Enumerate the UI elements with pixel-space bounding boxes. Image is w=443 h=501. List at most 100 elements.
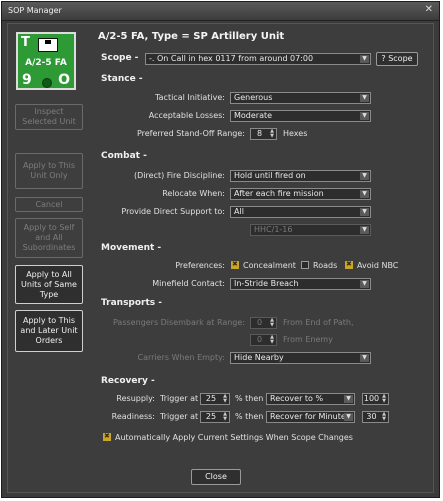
chevron-down-icon: ▼ — [344, 395, 353, 403]
readiness-amount-stepper[interactable]: 30 ▲ ▼ — [362, 411, 389, 423]
carriers-empty-label: Carriers When Empty: — [137, 353, 226, 362]
tactical-initiative-value: Generous — [234, 93, 273, 102]
unit-icon-letter: T — [21, 35, 30, 50]
concealment-checkbox[interactable] — [231, 260, 239, 269]
fire-discipline-select[interactable]: Hold until fired on ▼ — [230, 170, 371, 182]
fire-discipline-label: (Direct) Fire Discipline: — [134, 171, 225, 180]
readiness-action-value: Recover for Minutes — [270, 412, 350, 421]
inspect-selected-unit-button[interactable]: Inspect Selected Unit — [15, 104, 83, 130]
disembark-range-stepper[interactable]: 0 ▲ ▼ — [250, 317, 277, 329]
standoff-range-label: Preferred Stand-Off Range: — [136, 129, 245, 138]
resupply-trigger-stepper[interactable]: 25 ▲ ▼ — [200, 393, 230, 405]
apply-this-unit-button[interactable]: Apply to This Unit Only — [15, 153, 83, 189]
title-bar: SOP Manager ✕ — [2, 2, 439, 21]
scope-help-button[interactable]: ? Scope — [376, 52, 418, 66]
disembark-range-value: 0 — [256, 318, 263, 327]
unit-type-symbol-icon — [38, 38, 58, 52]
readiness-action-select[interactable]: Recover for Minutes ▼ — [266, 411, 355, 423]
resupply-amount-stepper[interactable]: 100 ▲ ▼ — [362, 393, 389, 405]
readiness-amount-value: 30 — [366, 412, 377, 421]
spin-arrows-icon: ▲ ▼ — [270, 128, 274, 139]
chevron-down-icon: ▼ — [360, 208, 369, 216]
recovery-section-title: Recovery - — [101, 376, 155, 386]
preferences-label: Preferences: — [175, 261, 225, 270]
avoid-nbc-checkbox[interactable] — [345, 260, 353, 269]
tactical-initiative-select[interactable]: Generous ▼ — [230, 92, 371, 104]
unit-status-dot-icon — [42, 78, 52, 88]
auto-apply-label: Automatically Apply Current Settings Whe… — [115, 433, 353, 442]
spin-arrows-icon: ▲ ▼ — [223, 393, 227, 404]
readiness-trigger-stepper[interactable]: 25 ▲ ▼ — [200, 411, 230, 423]
chevron-down-icon: ▼ — [360, 190, 369, 198]
unit-icon-number: 9 — [22, 72, 32, 88]
readiness-pct-then: % then — [235, 412, 264, 421]
transports-section-title: Transports - — [101, 298, 163, 308]
direct-support-label: Provide Direct Support to: — [121, 207, 225, 216]
avoid-nbc-label: Avoid NBC — [357, 261, 399, 270]
tactical-initiative-label: Tactical Initiative: — [155, 93, 225, 102]
direct-support-unit-select[interactable]: HHC/1-16 ▼ — [250, 224, 371, 236]
resupply-pct-then: % then — [235, 394, 264, 403]
enemy-range-unit: From Enemy — [283, 335, 333, 344]
readiness-label: Readiness: — [111, 412, 155, 421]
scope-value: -. On Call in hex 0117 from around 07:00 — [149, 54, 314, 63]
close-window-icon[interactable]: ✕ — [425, 4, 433, 15]
acceptable-losses-value: Moderate — [234, 111, 273, 120]
readiness-trigger-value: 25 — [205, 412, 217, 421]
combat-section-title: Combat - — [101, 151, 147, 161]
disembark-range-label: Passengers Disembark at Range: — [112, 318, 245, 327]
direct-support-select[interactable]: All ▼ — [230, 206, 371, 218]
relocate-when-select[interactable]: After each fire mission ▼ — [230, 188, 371, 200]
relocate-when-value: After each fire mission — [234, 189, 324, 198]
unit-icon-right-letter: O — [58, 72, 70, 88]
carriers-empty-value: Hide Nearby — [234, 353, 284, 362]
direct-support-value: All — [234, 207, 244, 216]
spin-arrows-icon: ▲ ▼ — [270, 334, 274, 345]
chevron-down-icon: ▼ — [360, 280, 369, 288]
apply-same-type-button[interactable]: Apply to All Units of Same Type — [15, 265, 83, 304]
apply-self-subordinates-button[interactable]: Apply to Self and All Subordinates — [15, 218, 83, 258]
resupply-trigger-value: 25 — [205, 394, 217, 403]
enemy-range-value: 0 — [256, 335, 263, 344]
spin-arrows-icon: ▲ ▼ — [270, 317, 274, 328]
stance-section-title: Stance - — [101, 74, 143, 84]
chevron-down-icon: ▼ — [360, 354, 369, 362]
unit-icon-label: A/2-5 FA — [25, 58, 67, 68]
relocate-when-label: Relocate When: — [162, 189, 225, 198]
roads-checkbox[interactable] — [301, 261, 309, 269]
resupply-action-select[interactable]: Recover to % ▼ — [266, 393, 355, 405]
roads-label: Roads — [313, 261, 338, 270]
enemy-range-stepper[interactable]: 0 ▲ ▼ — [250, 334, 277, 346]
fire-discipline-value: Hold until fired on — [234, 171, 306, 180]
direct-support-unit-value: HHC/1-16 — [254, 225, 293, 234]
spin-arrows-icon: ▲ ▼ — [382, 411, 386, 422]
minefield-contact-select[interactable]: In-Stride Breach ▼ — [230, 278, 371, 290]
standoff-range-stepper[interactable]: 8 ▲ ▼ — [250, 128, 277, 140]
standoff-range-unit: Hexes — [283, 129, 308, 138]
resupply-trigger-label: Trigger at — [160, 394, 199, 403]
minefield-contact-label: Minefield Contact: — [152, 279, 225, 288]
carriers-empty-select[interactable]: Hide Nearby ▼ — [230, 352, 371, 364]
cancel-button[interactable]: Cancel — [15, 197, 83, 212]
auto-apply-checkbox[interactable] — [103, 432, 111, 441]
spin-arrows-icon: ▲ ▼ — [223, 411, 227, 422]
chevron-down-icon: ▼ — [360, 172, 369, 180]
acceptable-losses-select[interactable]: Moderate ▼ — [230, 110, 371, 122]
disembark-range-unit: From End of Path, — [283, 318, 354, 327]
unit-header-title: A/2-5 FA, Type = SP Artillery Unit — [98, 31, 285, 42]
scope-label: Scope - — [101, 53, 139, 63]
chevron-down-icon: ▼ — [360, 112, 369, 120]
spin-arrows-icon: ▲ ▼ — [382, 393, 386, 404]
chevron-down-icon: ▼ — [360, 55, 369, 63]
minefield-contact-value: In-Stride Breach — [234, 279, 299, 288]
acceptable-losses-label: Acceptable Losses: — [148, 111, 225, 120]
unit-counter-icon: T A/2-5 FA 9 O — [16, 32, 76, 90]
standoff-range-value: 8 — [256, 129, 263, 138]
resupply-label: Resupply: — [116, 394, 155, 403]
scope-select[interactable]: -. On Call in hex 0117 from around 07:00… — [145, 53, 371, 65]
chevron-down-icon: ▼ — [360, 226, 369, 234]
apply-later-orders-button[interactable]: Apply to This and Later Unit Orders — [15, 310, 83, 352]
movement-section-title: Movement - — [101, 243, 162, 253]
window-title: SOP Manager — [8, 6, 62, 15]
close-button[interactable]: Close — [191, 469, 241, 485]
